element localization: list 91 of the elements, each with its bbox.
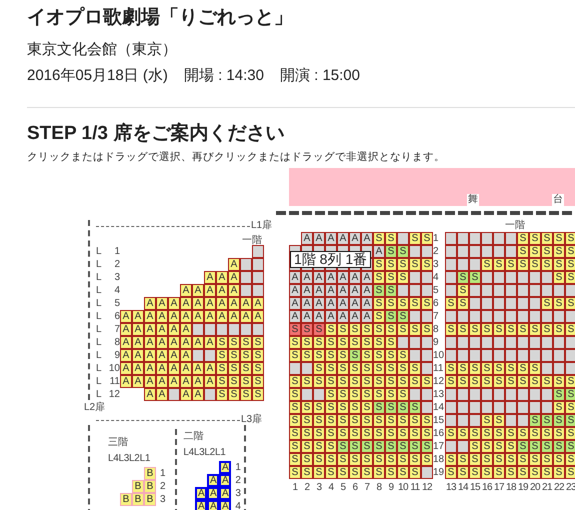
- column-number: 19: [517, 481, 529, 494]
- row-number: 6: [433, 297, 440, 310]
- column-number: 18: [505, 481, 517, 494]
- floor-label: 一階: [242, 234, 262, 247]
- row-number: 7: [433, 310, 440, 323]
- row-label: L: [96, 311, 103, 322]
- row-label: L: [96, 246, 103, 257]
- step-title: STEP 1/3 席をご案内ください: [27, 122, 286, 146]
- column-number: 11: [409, 481, 421, 494]
- row-number: 4: [234, 500, 241, 510]
- date-text: 2016年05月18日 (水): [27, 66, 168, 86]
- row-label: L: [96, 376, 103, 387]
- column-number: 7: [364, 481, 370, 494]
- row-label: L: [96, 298, 103, 309]
- floor-label: 一階: [505, 218, 525, 232]
- door-label: L1扉: [251, 220, 272, 232]
- row-number: 17: [433, 440, 445, 453]
- row-number: 1: [159, 467, 166, 480]
- column-number: 5: [340, 481, 347, 494]
- row-number: 3: [234, 487, 241, 500]
- floor-label: 三階: [108, 437, 129, 449]
- row-number: 16: [433, 427, 445, 440]
- row-number: 13: [433, 388, 445, 401]
- row-number: 6: [113, 311, 120, 322]
- column-labels: L4L3L2L1: [183, 447, 226, 459]
- column-number: 3: [316, 481, 323, 494]
- row-number: 9: [113, 350, 120, 361]
- row-number: 10: [108, 363, 120, 374]
- door-label: L3扉: [241, 414, 262, 426]
- doors-time: 開場 : 14:30: [184, 66, 264, 86]
- row-number: 12: [433, 375, 445, 388]
- column-number: 6: [352, 481, 359, 494]
- row-label: L: [96, 259, 103, 270]
- seat-tooltip: 1階 8列 1番: [290, 251, 372, 268]
- column-number: 15: [469, 481, 481, 494]
- column-number: 22: [553, 481, 565, 494]
- column-number: 16: [481, 481, 493, 494]
- column-number: 14: [457, 481, 469, 494]
- row-number: 3: [433, 258, 440, 271]
- column-number: 9: [388, 481, 394, 494]
- column-labels: L4L3L2L1: [108, 453, 152, 465]
- column-number: 12: [421, 481, 433, 494]
- row-number: 2: [159, 480, 166, 493]
- row-number: 4: [433, 271, 440, 284]
- row-number: 11: [108, 376, 120, 387]
- row-number: 15: [433, 414, 445, 427]
- row-label: L: [96, 285, 103, 296]
- row-number: 19: [433, 466, 445, 479]
- column-number: 10: [397, 481, 409, 494]
- stage-label: 台: [552, 194, 564, 206]
- row-number: 8: [113, 337, 120, 348]
- row-number: 5: [113, 298, 120, 309]
- curtain-time: 開演 : 15:00: [280, 66, 360, 86]
- venue-text: 東京文化会館（東京）: [27, 40, 178, 60]
- column-number: 2: [304, 481, 310, 494]
- row-label: L: [96, 350, 103, 361]
- event-title: イオプロ歌劇場「りごれっと」: [27, 6, 294, 30]
- stage-label: 舞: [467, 194, 479, 206]
- column-number: 20: [529, 481, 541, 494]
- row-number: 9: [433, 336, 440, 349]
- row-number: 3: [113, 272, 120, 283]
- row-label: L: [96, 324, 103, 335]
- column-number: 13: [445, 481, 457, 494]
- row-label: L: [96, 272, 103, 283]
- row-number: 2: [113, 259, 120, 270]
- row-number: 18: [433, 453, 445, 466]
- column-number: 1: [292, 481, 298, 494]
- row-number: 14: [433, 401, 445, 414]
- row-number: 4: [113, 285, 120, 296]
- row-label: L: [96, 363, 103, 374]
- row-label: L: [96, 337, 103, 348]
- row-number: 1: [234, 461, 241, 474]
- row-number: 2: [234, 474, 241, 487]
- door-label: L2扉: [84, 402, 106, 414]
- floor-label: 二階: [183, 431, 204, 443]
- row-number: 8: [433, 323, 440, 336]
- row-number: 11: [433, 362, 444, 375]
- row-number: 3: [159, 493, 166, 506]
- row-label: L: [96, 389, 103, 400]
- row-number: 2: [433, 245, 440, 258]
- row-number: 10: [433, 349, 445, 362]
- row-number: 1: [113, 246, 120, 257]
- instruction-text: クリックまたはドラッグで選択、再びクリックまたはドラッグで非選択となります。: [27, 150, 446, 164]
- column-number: 4: [328, 481, 335, 494]
- row-number: 7: [113, 324, 120, 335]
- row-number: 1: [433, 232, 440, 245]
- column-number: 8: [376, 481, 383, 494]
- row-number: 12: [108, 389, 120, 400]
- column-number: 21: [541, 481, 553, 494]
- row-number: 5: [433, 284, 440, 297]
- column-number: 17: [493, 481, 505, 494]
